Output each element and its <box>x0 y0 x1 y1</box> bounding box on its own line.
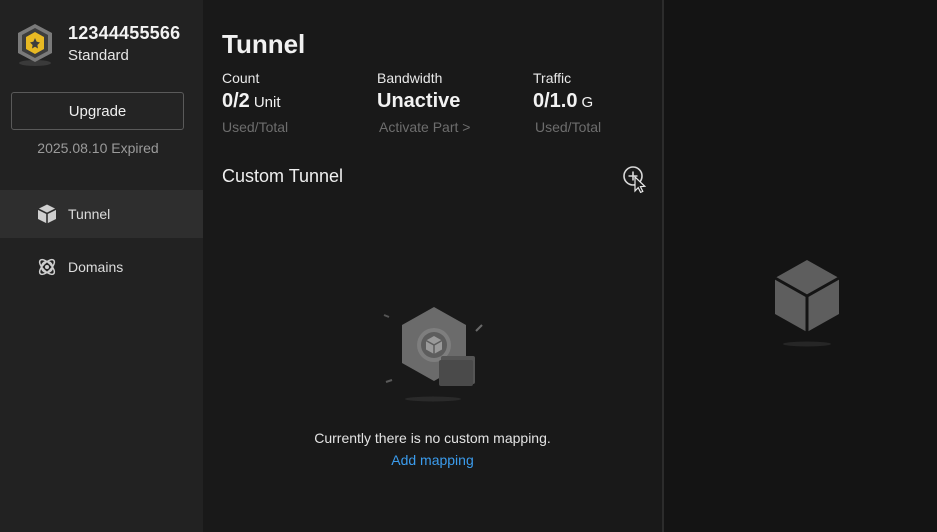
stat-sub: Used/Total <box>222 119 289 135</box>
cube-icon <box>36 203 58 225</box>
upgrade-button[interactable]: Upgrade <box>11 92 184 130</box>
add-tunnel-button[interactable] <box>623 165 647 194</box>
stat-unit: Unit <box>253 94 281 111</box>
sidebar-item-domains[interactable]: Domains <box>0 243 203 291</box>
cube-placeholder-icon <box>771 257 843 349</box>
sidebar: 12344455566 Standard Upgrade 2025.08.10 … <box>0 0 203 532</box>
sidebar-item-tunnel[interactable]: Tunnel <box>0 190 203 238</box>
page-title: Tunnel <box>222 29 306 59</box>
stat-unit: G <box>581 94 594 111</box>
sidebar-item-label: Domains <box>68 259 124 275</box>
sidebar-item-label: Tunnel <box>68 206 111 222</box>
stat-sub: Used/Total <box>535 119 602 135</box>
account-plan: Standard <box>68 47 129 64</box>
main-panel: Tunnel Count 0/2 Unit Used/Total Bandwidt… <box>203 0 662 532</box>
account-card: 12344455566 Standard <box>13 22 180 68</box>
expiry-date: 2025.08.10 Expired <box>37 140 159 156</box>
account-id: 12344455566 <box>68 23 181 43</box>
detail-panel <box>664 0 937 532</box>
stat-count: Count 0/2 Unit Used/Total <box>222 70 288 135</box>
add-cursor-icon <box>623 166 647 194</box>
activate-part-link[interactable]: Activate Part > <box>379 119 470 135</box>
stat-label: Count <box>222 70 260 86</box>
add-mapping-link[interactable]: Add mapping <box>203 452 662 468</box>
shield-badge-icon <box>13 22 57 68</box>
empty-state-message: Currently there is no custom mapping. <box>314 430 551 446</box>
stat-value: Unactive <box>377 90 461 112</box>
stat-bandwidth: Bandwidth Unactive Activate Part > <box>377 70 470 135</box>
atom-icon <box>36 256 58 278</box>
stat-label: Bandwidth <box>377 70 443 86</box>
stat-label: Traffic <box>533 70 572 86</box>
section-title: Custom Tunnel <box>222 166 344 186</box>
stat-value: 0/1.0 G <box>533 90 594 112</box>
empty-state-illustration <box>378 303 488 405</box>
stat-traffic: Traffic 0/1.0 G Used/Total <box>533 70 601 135</box>
stat-value: 0/2 Unit <box>222 90 281 112</box>
